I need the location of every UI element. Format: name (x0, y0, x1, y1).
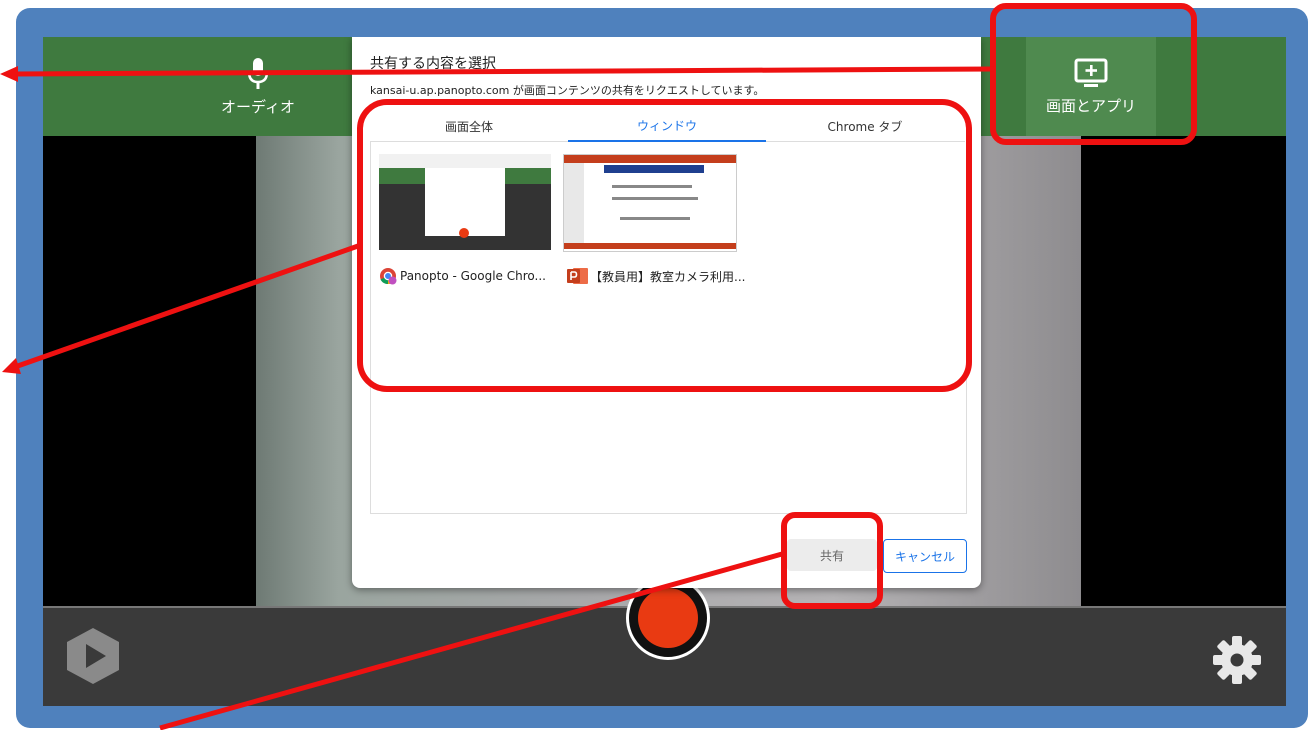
annotation-arrows (0, 66, 996, 730)
